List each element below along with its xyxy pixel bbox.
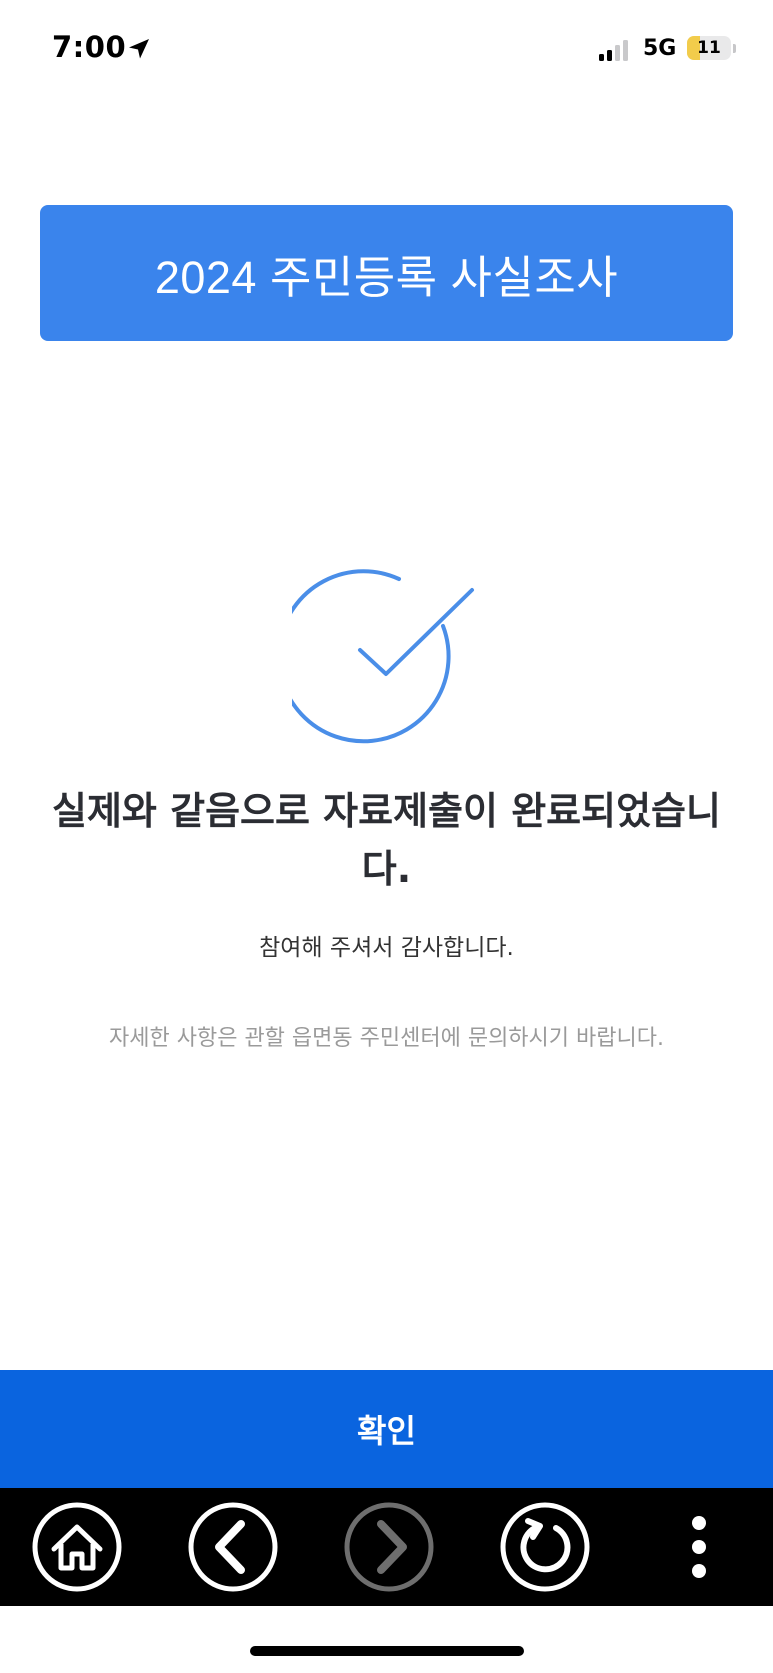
location-arrow-icon	[129, 39, 149, 59]
home-indicator	[250, 1646, 524, 1656]
network-label: 5G	[643, 36, 677, 61]
forward-button[interactable]	[342, 1500, 436, 1594]
back-button[interactable]	[186, 1500, 280, 1594]
forward-arrow-icon	[344, 1502, 434, 1592]
thanks-message: 참여해 주셔서 감사합니다.	[259, 935, 514, 961]
refresh-button[interactable]	[498, 1500, 592, 1594]
back-arrow-icon	[188, 1502, 278, 1592]
page-title: 2024 주민등록 사실조사	[154, 251, 619, 303]
status-time: 7:00	[52, 30, 127, 64]
battery-level: 11	[697, 38, 721, 58]
title-banner: 2024 주민등록 사실조사	[40, 205, 733, 341]
status-bar: 7:00 5G 11	[0, 0, 773, 100]
confirm-label: 확인	[357, 1413, 416, 1449]
home-button[interactable]	[30, 1500, 124, 1594]
signal-icon	[599, 40, 628, 61]
refresh-icon	[500, 1502, 590, 1592]
more-vertical-icon	[692, 1516, 706, 1578]
home-icon	[32, 1502, 122, 1592]
bottom-toolbar	[0, 1488, 773, 1606]
more-menu-button[interactable]	[652, 1500, 746, 1594]
confirm-button[interactable]: 확인	[0, 1370, 773, 1488]
inquiry-notice: 자세한 사항은 관할 읍면동 주민센터에 문의하시기 바랍니다.	[109, 1026, 664, 1051]
completion-heading: 실제와 같음으로 자료제출이 완료되었습니다.	[52, 789, 721, 891]
battery-icon: 11	[687, 36, 736, 62]
check-circle-icon	[292, 569, 474, 744]
